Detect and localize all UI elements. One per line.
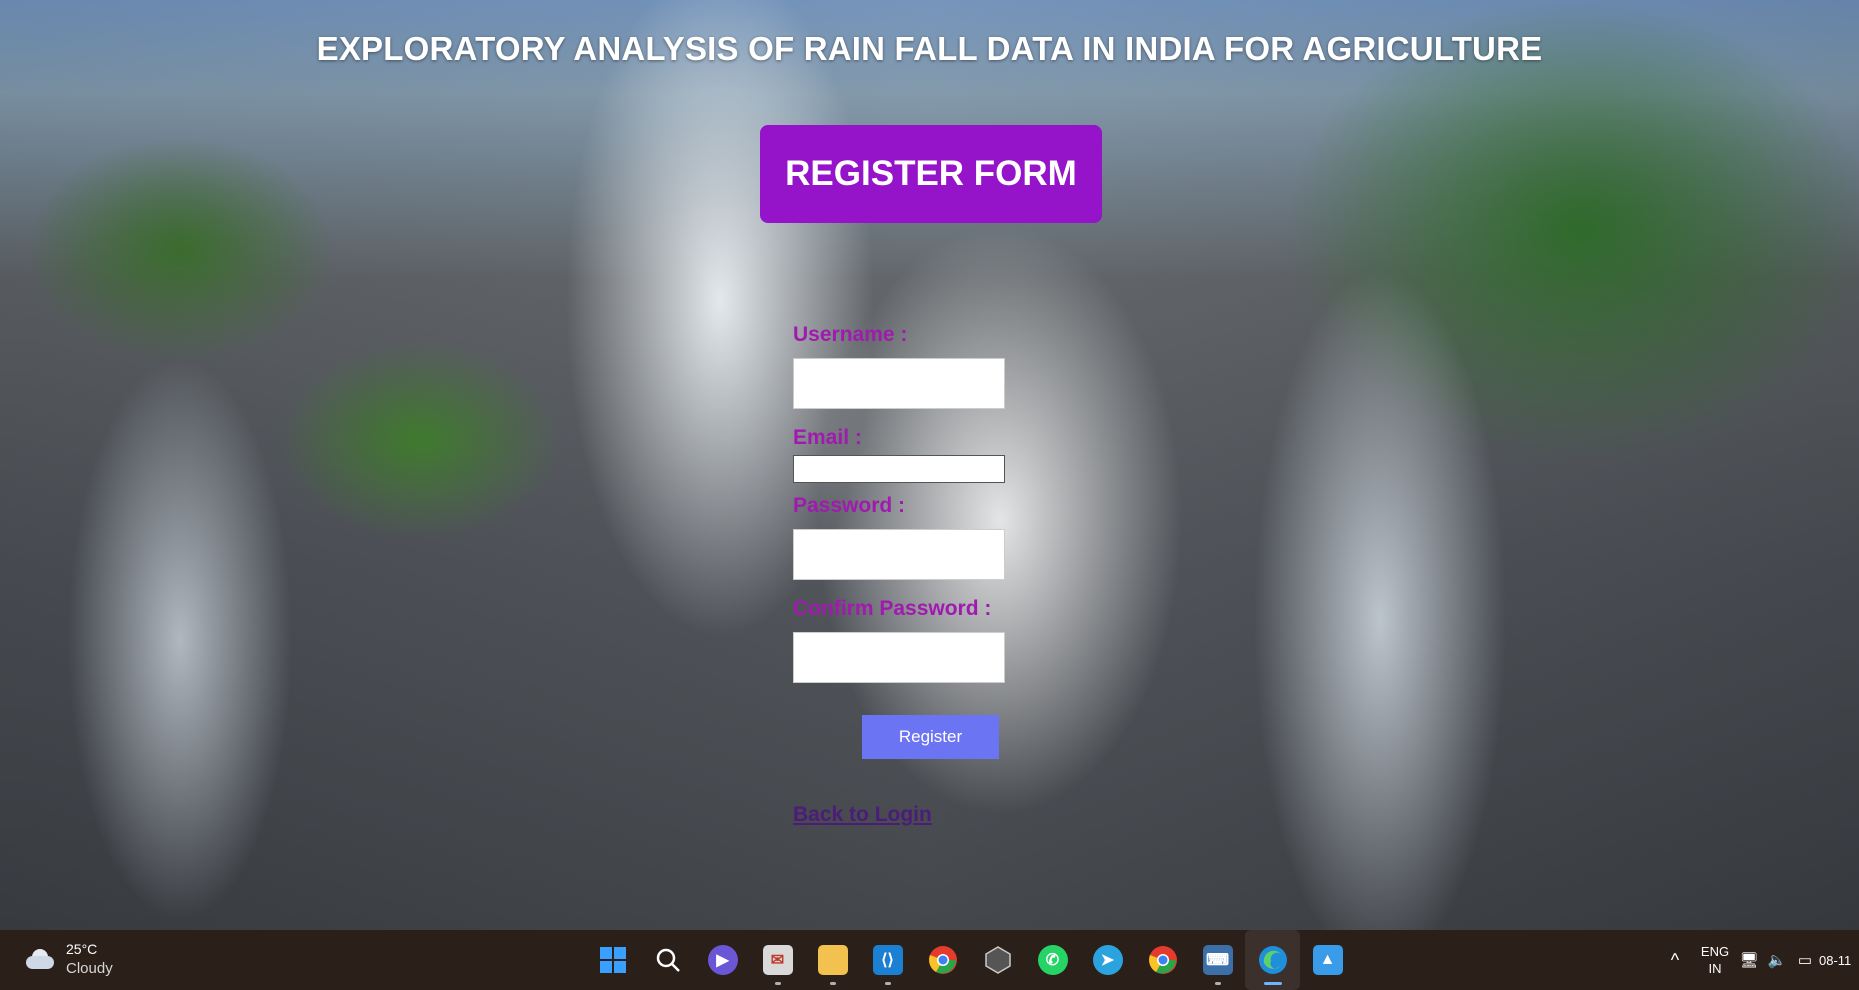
teams-meet-button[interactable]: ▶: [695, 930, 750, 990]
file-explorer-icon: [817, 945, 848, 975]
app-hexagon-icon: [984, 946, 1011, 974]
password-label: Password :: [793, 494, 906, 517]
python-idle-button[interactable]: ⌨: [1190, 930, 1245, 990]
windows-start-button[interactable]: [585, 930, 640, 990]
vscode-button[interactable]: ⟨⟩: [860, 930, 915, 990]
volume-icon[interactable]: 🔈: [1763, 951, 1791, 969]
register-button[interactable]: Register: [862, 715, 999, 759]
cloud-icon: [22, 948, 56, 970]
chrome-button-2[interactable]: [1135, 930, 1190, 990]
email-input[interactable]: [793, 455, 1005, 483]
system-tray: ^ ENG IN 🖥 🔈 ▭ 08-11: [1655, 930, 1859, 990]
chrome-icon: [1148, 946, 1177, 974]
back-to-login-link[interactable]: Back to Login: [793, 803, 932, 827]
telegram-icon: ➤: [1092, 945, 1123, 975]
page-title: EXPLORATORY ANALYSIS OF RAIN FALL DATA I…: [316, 30, 1543, 67]
network-icon[interactable]: 🖥: [1735, 951, 1763, 969]
windows-start-icon: [599, 947, 626, 973]
teams-meet-icon: ▶: [707, 945, 738, 975]
taskbar-apps: ▶ ✉ ⟨⟩ ✆ ➤ ⌨ ▲: [585, 930, 1355, 990]
weather-temperature: 25°C: [66, 941, 98, 957]
search-icon: [656, 948, 680, 972]
language-code: ENG: [1700, 944, 1730, 959]
app-hexagon-button[interactable]: [970, 930, 1025, 990]
file-explorer-button[interactable]: [805, 930, 860, 990]
battery-icon[interactable]: ▭: [1791, 951, 1819, 969]
python-idle-icon: ⌨: [1202, 945, 1233, 975]
whatsapp-button[interactable]: ✆: [1025, 930, 1080, 990]
chrome-button[interactable]: [915, 930, 970, 990]
register-form-heading: REGISTER FORM: [760, 125, 1102, 223]
username-input[interactable]: [793, 358, 1005, 409]
vscode-icon: ⟨⟩: [872, 945, 903, 975]
chrome-icon: [928, 946, 957, 974]
password-input[interactable]: [793, 529, 1005, 580]
mail-button[interactable]: ✉: [750, 930, 805, 990]
taskbar: 25°C Cloudy ▶ ✉ ⟨⟩ ✆ ➤ ⌨ ▲ ^ ENG IN 🖥 🔈 …: [0, 930, 1859, 990]
confirm-password-input[interactable]: [793, 632, 1005, 683]
weather-condition: Cloudy: [66, 960, 113, 977]
chevron-up-icon[interactable]: ^: [1655, 950, 1695, 971]
search-button[interactable]: [640, 930, 695, 990]
weather-widget[interactable]: 25°C Cloudy: [22, 940, 113, 978]
username-label: Username :: [793, 323, 908, 346]
photos-button[interactable]: ▲: [1300, 930, 1355, 990]
telegram-button[interactable]: ➤: [1080, 930, 1135, 990]
mail-icon: ✉: [762, 945, 793, 975]
language-indicator[interactable]: ENG IN: [1695, 943, 1735, 977]
confirm-password-label: Confirm Password :: [793, 597, 992, 620]
whatsapp-icon: ✆: [1037, 945, 1068, 975]
register-form: Username : Email : Password : Confirm Pa…: [793, 320, 1093, 697]
email-label: Email :: [793, 426, 862, 449]
edge-button[interactable]: [1245, 930, 1300, 990]
edge-icon: [1258, 946, 1287, 974]
region-code: IN: [1708, 961, 1722, 976]
clock[interactable]: 08-11: [1819, 953, 1859, 968]
photos-icon: ▲: [1312, 945, 1343, 975]
